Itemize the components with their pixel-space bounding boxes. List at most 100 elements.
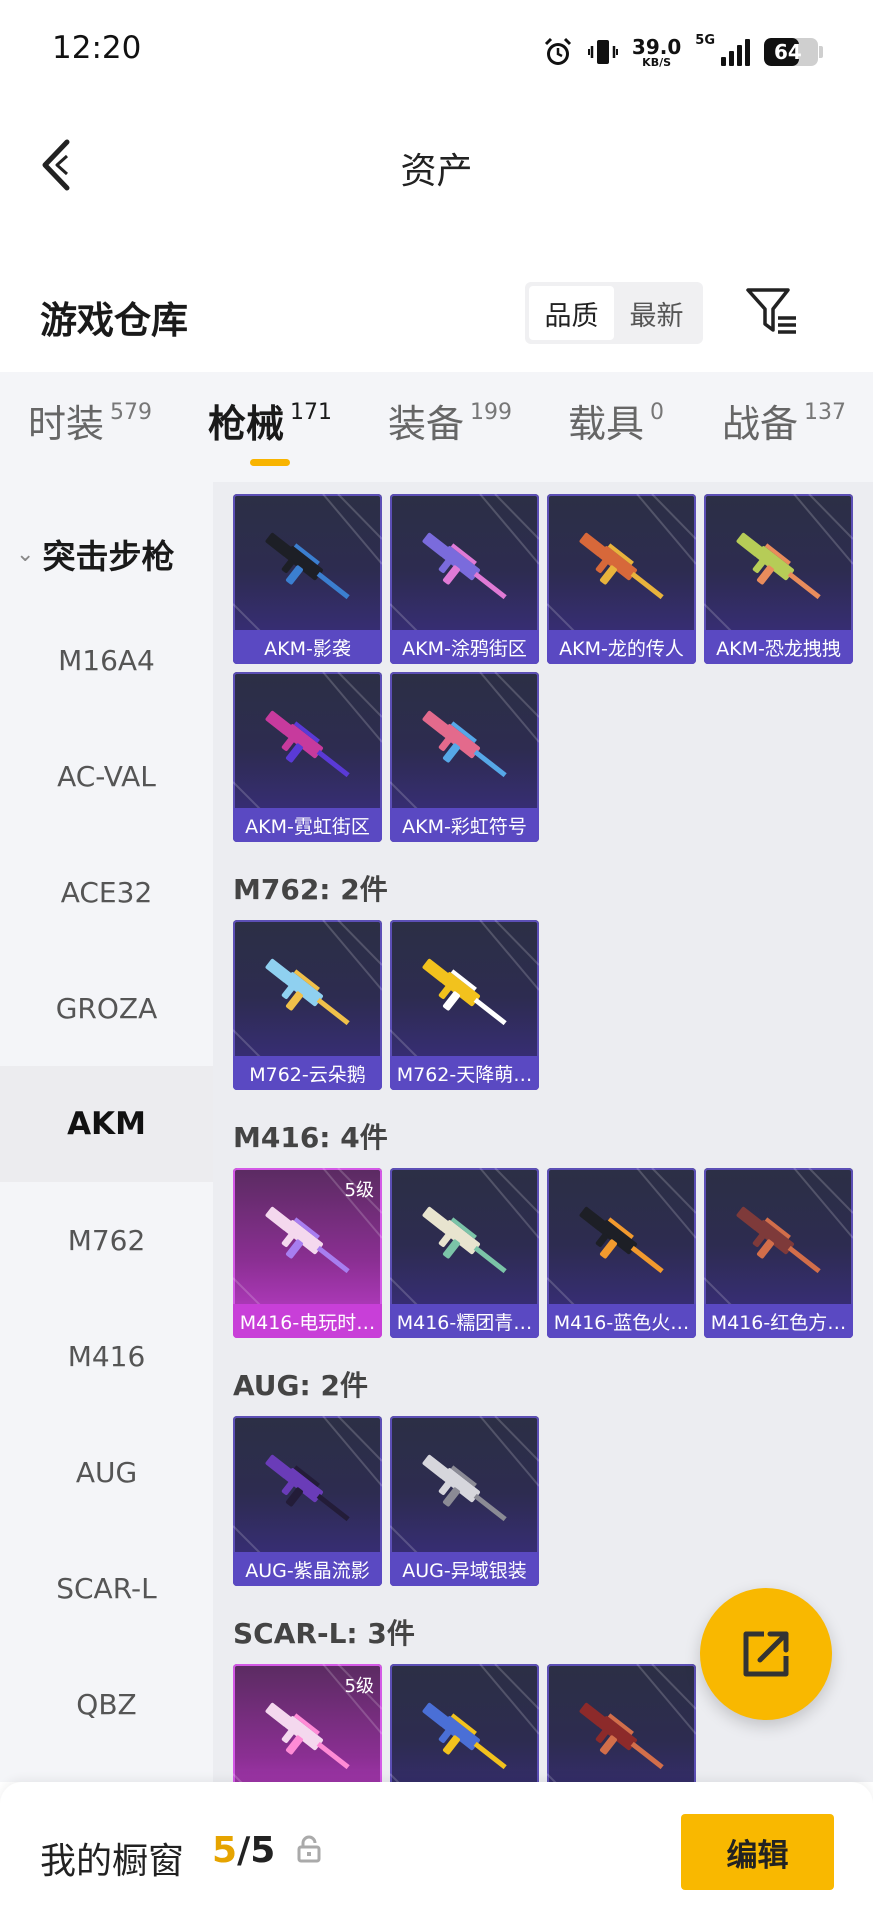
signal-icon — [721, 38, 750, 66]
tab-fashion[interactable]: 时装 579 — [28, 400, 152, 448]
showcase-label: 我的橱窗 — [40, 1841, 185, 1882]
status-icons: 39.0 KB/S 5G 64 — [542, 32, 823, 72]
sidebar-item-m416[interactable]: M416 — [0, 1298, 213, 1414]
weapon-type-sidebar: ⌄ 突击步枪 M16A4 AC-VAL ACE32 GROZA AKM M762… — [0, 482, 213, 1782]
skin-name-label: AKM-霓虹街区 — [233, 808, 382, 842]
weapon-skin-card[interactable]: AKM-霓虹街区 — [233, 672, 382, 842]
status-bar: 12:20 39.0 KB/S 5G 64 — [0, 0, 873, 100]
skin-level-badge: 5级 — [344, 1180, 374, 1201]
sidebar-item-scar-l[interactable]: SCAR-L — [0, 1530, 213, 1646]
weapon-skin-card[interactable]: AKM-恐龙拽拽 — [704, 494, 853, 664]
sort-option-newest[interactable]: 最新 — [614, 286, 699, 340]
skin-name-label: M416-糯团青… — [390, 1304, 539, 1338]
edit-button[interactable]: 编辑 — [681, 1814, 834, 1890]
alarm-icon — [544, 37, 571, 65]
sidebar-item-groza[interactable]: GROZA — [0, 950, 213, 1066]
weapon-skin-card[interactable]: AKM-彩虹符号 — [390, 672, 539, 842]
weapon-group-title: M416: 4件 — [233, 1121, 388, 1154]
sidebar-item-m762[interactable]: M762 — [0, 1182, 213, 1298]
weapon-skin-card[interactable]: M416-糯团青… — [390, 1168, 539, 1338]
skin-name-label: AKM-彩虹符号 — [390, 808, 539, 842]
skin-name-label: M762-云朵鹅 — [233, 1056, 382, 1090]
weapon-group-title: M762: 2件 — [233, 873, 388, 906]
weapon-skin-card[interactable]: 5级 M416-电玩时… — [233, 1168, 382, 1338]
rifle-icon — [422, 958, 507, 1026]
skin-name-label: M416-红色方… — [704, 1304, 853, 1338]
weapon-group-title: SCAR-L: 3件 — [233, 1617, 415, 1650]
sort-toggle: 品质 最新 — [525, 282, 703, 344]
rifle-icon — [736, 1206, 821, 1274]
vibrate-icon — [587, 40, 618, 64]
showcase-count: 5/5 — [212, 1830, 276, 1871]
skin-name-label: AKM-龙的传人 — [547, 630, 696, 664]
showcase-bar: 我的橱窗 5/5 编辑 — [0, 1782, 873, 1920]
rifle-icon — [265, 958, 350, 1026]
skin-name-label: AUG-紫晶流影 — [233, 1552, 382, 1586]
sidebar-item-qbz[interactable]: QBZ — [0, 1646, 213, 1762]
tab-equipment[interactable]: 装备 199 — [388, 400, 512, 448]
weapon-skin-card[interactable]: M416-红色方… — [704, 1168, 853, 1338]
weapon-grid: AKM-影袭 AKM-涂鸦街区 AKM-龙的传人 AKM-恐龙拽拽 AKM-霓虹街区 AK… — [213, 482, 873, 1782]
weapon-skin-card[interactable]: M762-天降萌… — [390, 920, 539, 1090]
active-tab-indicator — [250, 459, 290, 466]
tab-vehicles[interactable]: 载具 0 — [568, 400, 664, 448]
skin-name-label: AKM-涂鸦街区 — [390, 630, 539, 664]
chevron-down-icon: ⌄ — [16, 541, 35, 567]
filter-icon — [746, 288, 796, 334]
page-title: 资产 — [400, 151, 473, 192]
rifle-icon — [265, 1702, 350, 1770]
skin-name-label: M416-电玩时… — [233, 1304, 382, 1338]
rifle-icon — [265, 1206, 350, 1274]
weapon-skin-card[interactable]: AKM-龙的传人 — [547, 494, 696, 664]
network-type: 5G — [695, 33, 715, 48]
rifle-icon — [422, 532, 507, 600]
share-icon — [743, 1631, 789, 1677]
share-button[interactable] — [700, 1588, 832, 1720]
sidebar-item-akm[interactable]: AKM — [0, 1066, 213, 1182]
rifle-icon — [422, 710, 507, 778]
section-title: 游戏仓库 — [40, 299, 188, 342]
sidebar-item-ac-val[interactable]: AC-VAL — [0, 718, 213, 834]
skin-name-label: AKM-恐龙拽拽 — [704, 630, 853, 664]
network-speed: 39.0 KB/S — [631, 34, 682, 69]
app-header: 资产 — [0, 100, 873, 230]
weapon-skin-card[interactable]: AUG-异域银装 — [390, 1416, 539, 1586]
sort-option-quality[interactable]: 品质 — [529, 286, 614, 340]
tab-weapons[interactable]: 枪械 171 — [208, 400, 332, 448]
weapon-group-title: AUG: 2件 — [233, 1369, 368, 1402]
status-time: 12:20 — [52, 30, 142, 66]
weapon-skin-card[interactable]: M762-云朵鹅 — [233, 920, 382, 1090]
battery-icon: 64 — [764, 38, 818, 66]
skin-name-label: M416-蓝色火… — [547, 1304, 696, 1338]
category-tabs: 时装 579 枪械 171 装备 199 载具 0 战备 137 — [0, 372, 873, 482]
weapon-skin-card[interactable]: AUG-紫晶流影 — [233, 1416, 382, 1586]
rifle-icon — [422, 1702, 507, 1770]
sidebar-item-m16a4[interactable]: M16A4 — [0, 602, 213, 718]
rifle-icon — [265, 710, 350, 778]
sidebar-item-ace32[interactable]: ACE32 — [0, 834, 213, 950]
tab-combat-gear[interactable]: 战备 137 — [722, 400, 846, 448]
rifle-icon — [265, 532, 350, 600]
weapon-skin-card[interactable]: 5级 — [233, 1664, 382, 1782]
rifle-icon — [736, 532, 821, 600]
category-header-assault-rifles[interactable]: ⌄ 突击步枪 — [16, 530, 174, 578]
rifle-icon — [422, 1206, 507, 1274]
rifle-icon — [579, 1206, 664, 1274]
sidebar-item-aug[interactable]: AUG — [0, 1414, 213, 1530]
weapon-skin-card[interactable]: AKM-影袭 — [233, 494, 382, 664]
rifle-icon — [265, 1454, 350, 1522]
rifle-icon — [579, 532, 664, 600]
skin-level-badge: 5级 — [344, 1676, 374, 1697]
lock-icon — [297, 1835, 321, 1863]
weapon-skin-card[interactable] — [390, 1664, 539, 1782]
skin-name-label: AUG-异域银装 — [390, 1552, 539, 1586]
skin-name-label: M762-天降萌… — [390, 1056, 539, 1090]
battery-tip — [819, 46, 823, 58]
filter-button[interactable] — [744, 284, 800, 340]
weapon-skin-card[interactable] — [547, 1664, 696, 1782]
rifle-icon — [422, 1454, 507, 1522]
weapon-skin-card[interactable]: AKM-涂鸦街区 — [390, 494, 539, 664]
skin-name-label: AKM-影袭 — [233, 630, 382, 664]
weapon-skin-card[interactable]: M416-蓝色火… — [547, 1168, 696, 1338]
rifle-icon — [579, 1702, 664, 1770]
